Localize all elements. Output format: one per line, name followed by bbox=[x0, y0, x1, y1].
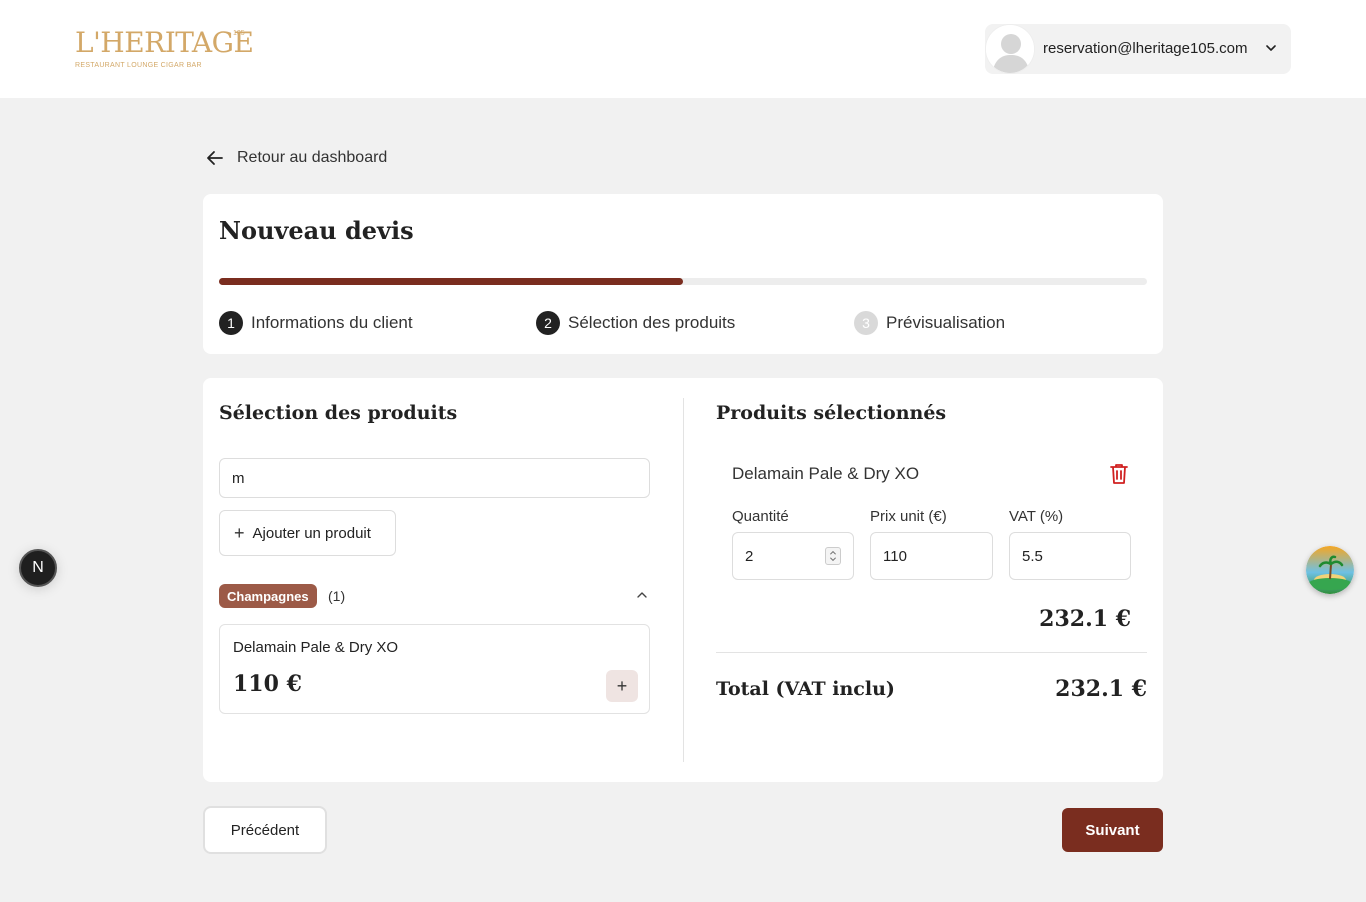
user-email: reservation@lheritage105.com bbox=[1043, 40, 1248, 57]
vat-label: VAT (%) bbox=[1009, 508, 1064, 525]
step-preview[interactable]: 3 Prévisualisation bbox=[854, 311, 1005, 335]
step-label: Informations du client bbox=[251, 313, 413, 332]
dev-tools-badge[interactable]: N bbox=[19, 549, 57, 587]
page-title: Nouveau devis bbox=[219, 216, 414, 245]
progress-bar bbox=[219, 278, 1147, 285]
unit-price-field[interactable]: 110 bbox=[870, 532, 993, 580]
step-product-selection[interactable]: 2 Sélection des produits bbox=[536, 311, 735, 335]
vat-field[interactable]: 5.5 bbox=[1009, 532, 1131, 580]
total-divider bbox=[716, 652, 1147, 653]
step-number: 3 bbox=[854, 311, 878, 335]
back-label: Retour au dashboard bbox=[237, 149, 388, 166]
step-number: 2 bbox=[536, 311, 560, 335]
previous-button[interactable]: Précédent bbox=[203, 806, 327, 854]
products-card: Sélection des produits m + Ajouter un pr… bbox=[203, 378, 1163, 782]
trash-icon[interactable] bbox=[1108, 462, 1130, 486]
back-to-dashboard-link[interactable]: Retour au dashboard bbox=[205, 146, 387, 170]
brand-logo[interactable]: L'HERITAGE 105 RESTAURANT LOUNGE CIGAR B… bbox=[75, 28, 255, 74]
selected-products-title: Produits sélectionnés bbox=[716, 402, 947, 424]
top-bar: L'HERITAGE 105 RESTAURANT LOUNGE CIGAR B… bbox=[0, 0, 1366, 98]
step-number: 1 bbox=[219, 311, 243, 335]
line-subtotal: 232.1 € bbox=[1039, 606, 1131, 632]
quantity-stepper[interactable]: 2 bbox=[732, 532, 854, 580]
total-label: Total (VAT inclu) bbox=[716, 678, 895, 700]
progress-fill bbox=[219, 278, 683, 285]
product-price: 110 € bbox=[233, 671, 302, 697]
search-value: m bbox=[232, 469, 245, 487]
wizard-card: Nouveau devis 1 Informations du client 2… bbox=[203, 194, 1163, 354]
logo-name: L'HERITAGE bbox=[75, 26, 254, 59]
chevron-up-icon[interactable] bbox=[635, 588, 649, 602]
product-selection-title: Sélection des produits bbox=[219, 402, 458, 424]
step-label: Sélection des produits bbox=[568, 313, 736, 332]
logo-tagline: RESTAURANT LOUNGE CIGAR BAR bbox=[75, 62, 202, 69]
island-widget-icon[interactable] bbox=[1306, 546, 1354, 594]
chevron-down-icon[interactable] bbox=[1265, 42, 1277, 54]
product-name: Delamain Pale & Dry XO bbox=[233, 639, 399, 656]
category-count: (1) bbox=[328, 588, 346, 604]
add-to-quote-button[interactable]: + bbox=[606, 670, 638, 702]
plus-icon: + bbox=[616, 675, 628, 696]
spinner-icon[interactable] bbox=[825, 547, 841, 565]
logo-superscript: 105 bbox=[233, 30, 245, 37]
next-button[interactable]: Suivant bbox=[1062, 808, 1163, 852]
add-product-label: Ajouter un produit bbox=[252, 524, 371, 542]
total-value: 232.1 € bbox=[1055, 676, 1147, 702]
user-menu[interactable]: reservation@lheritage105.com bbox=[985, 24, 1291, 74]
vat-value: 5.5 bbox=[1022, 547, 1043, 565]
quantity-label: Quantité bbox=[732, 508, 789, 525]
step-label: Prévisualisation bbox=[886, 313, 1006, 332]
user-avatar-icon bbox=[985, 24, 1035, 74]
unit-price-label: Prix unit (€) bbox=[870, 508, 947, 525]
plus-icon: + bbox=[234, 522, 245, 543]
step-client-info[interactable]: 1 Informations du client bbox=[219, 311, 413, 335]
unit-price-value: 110 bbox=[883, 547, 907, 565]
search-input[interactable]: m bbox=[219, 458, 650, 498]
quantity-value: 2 bbox=[745, 547, 754, 565]
arrow-left-icon bbox=[207, 151, 223, 165]
product-card: Delamain Pale & Dry XO 110 € + bbox=[219, 624, 650, 714]
column-divider bbox=[683, 398, 684, 762]
category-badge[interactable]: Champagnes bbox=[219, 584, 317, 608]
selected-product-name: Delamain Pale & Dry XO bbox=[732, 464, 920, 483]
add-product-button[interactable]: + Ajouter un produit bbox=[219, 510, 396, 556]
